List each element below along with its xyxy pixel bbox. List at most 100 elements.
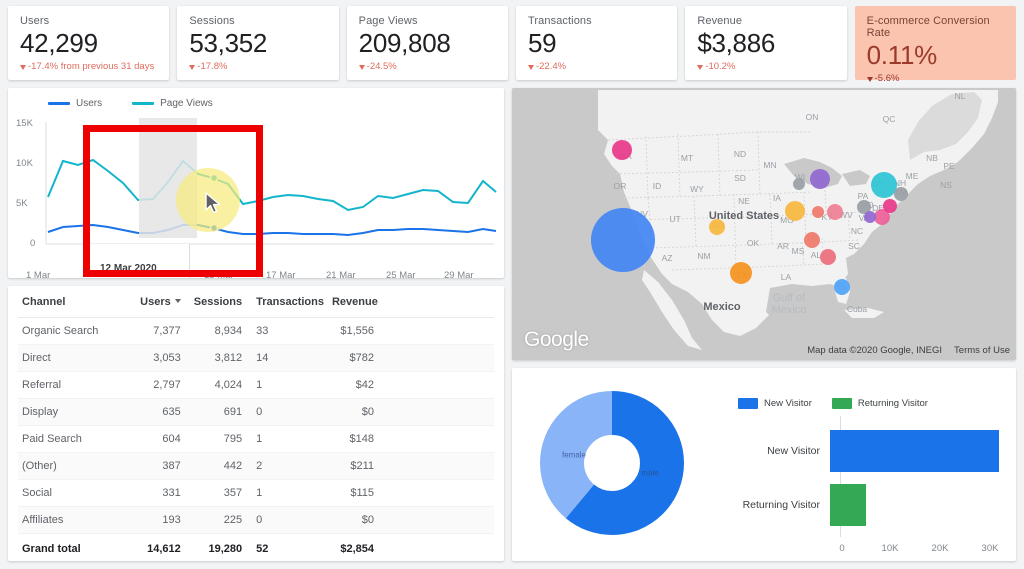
map-base-layer bbox=[512, 88, 1016, 360]
col-header-transactions[interactable]: Transactions bbox=[246, 286, 328, 318]
bar-row-returning-visitor[interactable]: Returning Visitor bbox=[712, 478, 1016, 532]
map-bubble-MA[interactable] bbox=[894, 187, 908, 201]
legend-item-users[interactable]: Users bbox=[48, 98, 102, 109]
cell-revenue-value: $42 bbox=[355, 379, 374, 391]
x-tick: 13 Mar bbox=[204, 270, 234, 278]
cell-revenue: $42 bbox=[327, 371, 494, 399]
col-header-sessions[interactable]: Sessions bbox=[184, 286, 247, 318]
map-bubble-CA[interactable] bbox=[591, 208, 655, 272]
arrow-down-icon bbox=[527, 65, 534, 70]
cell-users: 604 bbox=[128, 425, 185, 453]
legend-item-new-visitor[interactable]: New Visitor bbox=[738, 398, 812, 409]
legend-swatch-icon bbox=[831, 398, 852, 409]
table-row[interactable]: Paid Search 604 795 1 $148 bbox=[18, 425, 494, 453]
cell-revenue: $1,556 bbox=[327, 317, 494, 345]
col-header-users[interactable]: Users bbox=[128, 286, 185, 318]
col-header-users-label: Users bbox=[140, 296, 171, 308]
scorecard-transactions[interactable]: Transactions 59 -22.4% bbox=[515, 6, 678, 80]
scorecard-value: 53,352 bbox=[189, 28, 268, 58]
terms-of-use-link[interactable]: Terms of Use bbox=[954, 345, 1010, 356]
cell-transactions: 52 bbox=[256, 543, 269, 555]
map-bubble-FL[interactable] bbox=[834, 279, 850, 295]
geo-map-chart[interactable]: ON QC NL NB PE NS ME MT ND MN SD WI NE I… bbox=[512, 88, 1016, 360]
map-bubble-WI[interactable] bbox=[793, 178, 805, 190]
cell-revenue-value: $211 bbox=[350, 460, 374, 472]
legend-item-page-views[interactable]: Page Views bbox=[132, 98, 213, 109]
map-bubble-GA[interactable] bbox=[820, 249, 836, 265]
col-header-channel[interactable]: Channel bbox=[18, 286, 129, 318]
legend-swatch-icon bbox=[738, 398, 758, 409]
revenue-bar-track bbox=[378, 461, 490, 472]
map-bubble-VA[interactable] bbox=[883, 199, 897, 213]
gender-donut-chart[interactable]: female male bbox=[512, 368, 712, 561]
cell-sessions: 8,934 bbox=[184, 317, 247, 345]
revenue-bar-track bbox=[378, 353, 490, 364]
bar-fill-new-visitor bbox=[830, 430, 999, 472]
cell-revenue-value: $0 bbox=[361, 406, 374, 418]
sort-descending-icon bbox=[174, 299, 181, 303]
legend-swatch-icon bbox=[48, 102, 70, 105]
map-bubble-CO[interactable] bbox=[709, 219, 725, 235]
map-bubble-IL[interactable] bbox=[785, 201, 805, 221]
table-row[interactable]: Social 331 357 1 $115 bbox=[18, 479, 494, 507]
legend-label: Returning Visitor bbox=[857, 398, 928, 409]
scorecard-value: $3,886 bbox=[697, 28, 776, 58]
cell-transactions: 0 bbox=[246, 398, 328, 426]
cell-users: 635 bbox=[128, 398, 185, 426]
scorecard-delta: -17.8% bbox=[189, 61, 326, 72]
cell-channel: Social bbox=[18, 479, 129, 507]
cell-channel: Direct bbox=[18, 344, 129, 372]
scorecard-delta-text: -22.4% bbox=[535, 61, 567, 72]
cell-channel: Grand total bbox=[22, 543, 81, 555]
revenue-bar-track bbox=[378, 407, 490, 418]
map-bubble-TN[interactable] bbox=[804, 232, 820, 248]
donut-svg bbox=[540, 391, 684, 535]
scorecard-ecommerce-conversion-rate[interactable]: E-commerce Conversion Rate 0.11% -5.6% bbox=[854, 6, 1016, 84]
cell-transactions: 1 bbox=[246, 479, 328, 507]
scorecard-delta-text: -5.6% bbox=[874, 73, 900, 84]
table-row[interactable]: Display 635 691 0 $0 bbox=[18, 398, 494, 426]
cell-channel: Affiliates bbox=[18, 506, 129, 534]
scorecard-sessions[interactable]: Sessions 53,352 -17.8% bbox=[177, 6, 339, 80]
legend-item-returning-visitor[interactable]: Returning Visitor bbox=[831, 398, 928, 409]
cell-revenue-value: $0 bbox=[361, 514, 374, 526]
map-bubble-TX[interactable] bbox=[730, 262, 752, 284]
map-bubble-MI[interactable] bbox=[810, 169, 830, 189]
scorecard-delta-text: -17.8% bbox=[197, 61, 228, 72]
timeseries-chart[interactable]: Users Page Views 15K 10K 5K 0 12 Mar 202… bbox=[8, 88, 504, 278]
x-tick: 25 Mar bbox=[386, 270, 416, 278]
table-row[interactable]: Affiliates 193 225 0 $0 bbox=[18, 506, 494, 534]
revenue-bar-track bbox=[378, 380, 490, 391]
channel-table[interactable]: Channel Users Sessions Transactions Reve… bbox=[8, 286, 504, 561]
table-row[interactable]: Direct 3,053 3,812 14 $782 bbox=[18, 344, 494, 372]
donut-label-male: male bbox=[641, 468, 659, 478]
map-bubble-OH[interactable] bbox=[812, 206, 824, 218]
visitor-type-bar-chart[interactable]: New Visitor Returning Visitor New Visito… bbox=[712, 368, 1016, 561]
mouse-cursor-icon bbox=[205, 192, 221, 214]
cell-sessions: 3,812 bbox=[184, 344, 247, 372]
tooltip-date-label: 12 Mar 2020 bbox=[96, 261, 161, 276]
bar-track bbox=[830, 424, 1016, 478]
map-bubble-IN[interactable] bbox=[827, 204, 843, 220]
bar-row-new-visitor[interactable]: New Visitor bbox=[712, 424, 1016, 478]
cell-channel: (Other) bbox=[18, 452, 129, 480]
cell-revenue: $0 bbox=[327, 506, 494, 534]
table-row[interactable]: (Other) 387 442 2 $211 bbox=[18, 452, 494, 480]
legend-swatch-icon bbox=[132, 102, 155, 105]
table-row[interactable]: Organic Search 7,377 8,934 33 $1,556 bbox=[18, 317, 494, 345]
scorecard-revenue[interactable]: Revenue $3,886 -10.2% bbox=[685, 6, 847, 80]
map-bubble-WA[interactable] bbox=[612, 140, 632, 160]
table-row[interactable]: Referral 2,797 4,024 1 $42 bbox=[18, 371, 494, 399]
scorecard-title: E-commerce Conversion Rate bbox=[866, 15, 990, 39]
scorecard-users[interactable]: Users 42,299 -17.4% from previous 31 day… bbox=[8, 6, 170, 80]
dashboard-page: Users 42,299 -17.4% from previous 31 day… bbox=[0, 0, 1024, 569]
cell-revenue-value: $148 bbox=[349, 433, 374, 445]
google-logo: Google bbox=[524, 328, 589, 351]
col-header-revenue[interactable]: Revenue bbox=[327, 286, 494, 318]
scorecard-title: Sessions bbox=[189, 15, 235, 27]
map-bubble-DE[interactable] bbox=[864, 211, 876, 223]
cell-users: 193 bbox=[128, 506, 185, 534]
cell-users: 2,797 bbox=[128, 371, 185, 399]
scorecard-page-views[interactable]: Page Views 209,808 -24.5% bbox=[346, 6, 508, 80]
cell-users: 3,053 bbox=[128, 344, 185, 372]
